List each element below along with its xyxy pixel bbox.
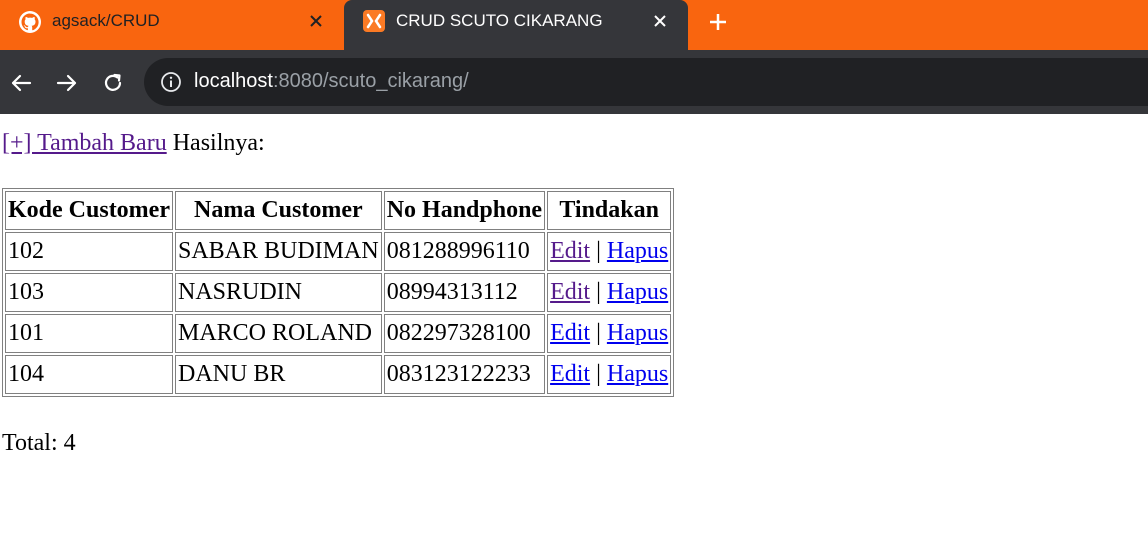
new-tab-button[interactable] (704, 8, 732, 36)
url-path: :8080/scuto_cikarang/ (272, 70, 469, 92)
edit-link[interactable]: Edit (550, 238, 590, 264)
customer-table: Kode Customer Nama Customer No Handphone… (2, 188, 675, 397)
cell-kode: 102 (5, 232, 173, 271)
cell-actions: Edit | Hapus (547, 232, 672, 271)
cell-nama: SABAR BUDIMAN (174, 232, 382, 271)
tab-strip: agsack/CRUD CRUD SCUTO CIKARANG (0, 0, 1148, 50)
table-row: 103 NASRUDIN 08994313112 Edit | Hapus (5, 273, 672, 312)
cell-hp: 082297328100 (383, 314, 546, 353)
info-icon[interactable] (160, 71, 182, 93)
header-kode-customer: Kode Customer (5, 191, 173, 230)
action-separator: | (596, 320, 601, 346)
action-separator: | (596, 238, 601, 264)
cell-nama: MARCO ROLAND (174, 314, 382, 353)
table-row: 102 SABAR BUDIMAN 081288996110 Edit | Ha… (5, 232, 672, 271)
cell-hp: 08994313112 (383, 273, 546, 312)
edit-link[interactable]: Edit (550, 320, 590, 346)
delete-link[interactable]: Hapus (607, 320, 668, 346)
address-bar[interactable]: localhost:8080/scuto_cikarang/ (144, 58, 1148, 106)
tab-github[interactable]: agsack/CRUD (0, 0, 344, 44)
close-icon[interactable] (648, 9, 672, 33)
xampp-icon (362, 9, 386, 33)
cell-actions: Edit | Hapus (547, 314, 672, 353)
header-tindakan: Tindakan (547, 191, 672, 230)
cell-hp: 083123122233 (383, 355, 546, 394)
cell-kode: 101 (5, 314, 173, 353)
cell-nama: DANU BR (174, 355, 382, 394)
cell-actions: Edit | Hapus (547, 273, 672, 312)
result-label: Hasilnya: (166, 130, 265, 156)
back-button[interactable] (6, 68, 36, 98)
table-row: 104 DANU BR 083123122233 Edit | Hapus (5, 355, 672, 394)
header-nama-customer: Nama Customer (174, 191, 382, 230)
edit-link[interactable]: Edit (550, 361, 590, 387)
tab-title: CRUD SCUTO CIKARANG (396, 11, 603, 30)
add-new-link[interactable]: [+] Tambah Baru (2, 130, 167, 156)
reload-button[interactable] (98, 68, 128, 98)
tab-crud-scuto[interactable]: CRUD SCUTO CIKARANG (344, 0, 688, 50)
url-text: localhost:8080/scuto_cikarang/ (194, 70, 469, 93)
cell-nama: NASRUDIN (174, 273, 382, 312)
table-row: 101 MARCO ROLAND 082297328100 Edit | Hap… (5, 314, 672, 353)
delete-link[interactable]: Hapus (607, 361, 668, 387)
github-icon (18, 10, 42, 34)
edit-link[interactable]: Edit (550, 279, 590, 305)
cell-hp: 081288996110 (383, 232, 546, 271)
table-header-row: Kode Customer Nama Customer No Handphone… (5, 191, 672, 230)
action-separator: | (596, 279, 601, 305)
header-no-handphone: No Handphone (383, 191, 546, 230)
total-count: Total: 4 (2, 430, 76, 456)
arrow-right-icon (56, 74, 77, 92)
reload-icon (104, 73, 122, 91)
page-content: [+] Tambah Baru Hasilnya: Kode Customer … (0, 114, 1148, 547)
page-header-line: [+] Tambah Baru Hasilnya: (2, 130, 265, 157)
plus-icon (710, 14, 726, 30)
delete-link[interactable]: Hapus (607, 238, 668, 264)
url-host: localhost (194, 70, 273, 92)
arrow-left-icon (11, 74, 32, 92)
browser-toolbar: localhost:8080/scuto_cikarang/ (0, 50, 1148, 114)
forward-button[interactable] (52, 68, 82, 98)
cell-kode: 103 (5, 273, 173, 312)
cell-kode: 104 (5, 355, 173, 394)
cell-actions: Edit | Hapus (547, 355, 672, 394)
tab-title: agsack/CRUD (52, 11, 160, 30)
action-separator: | (596, 361, 601, 387)
delete-link[interactable]: Hapus (607, 279, 668, 305)
close-icon[interactable] (304, 9, 328, 33)
